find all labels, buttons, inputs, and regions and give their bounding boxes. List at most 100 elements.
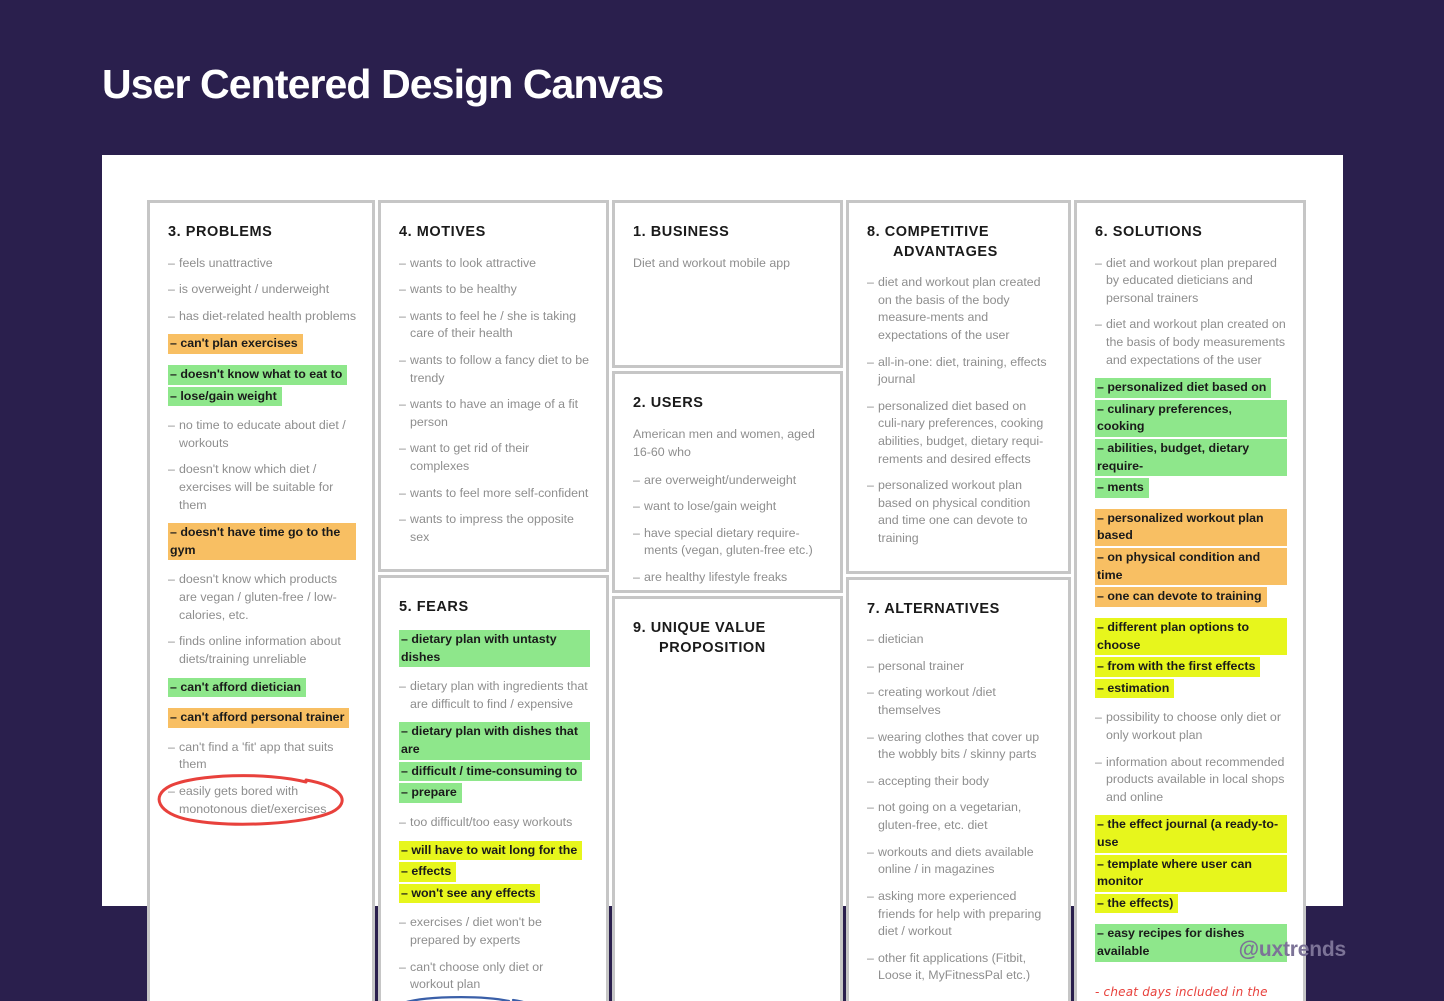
list-item-label: personalized diet based on culi-nary pre… [878, 398, 1044, 466]
panel-fears-title: 5. FEARS [399, 599, 469, 616]
list-item: – doesn't know which diet / exercises wil… [168, 461, 356, 514]
panel-competitive-advantages-list: – diet and workout plan created on the ba… [867, 274, 1052, 548]
list-item: – different plan options to choose [1092, 617, 1301, 657]
bullet-dash: – [399, 512, 406, 527]
list-item-label: want to lose/gain weight [644, 499, 777, 514]
panel-users[interactable]: 2. USERS American men and women, aged 16… [612, 371, 843, 593]
list-item: – information about recommended products … [1095, 754, 1287, 807]
list-item-label: possibility to choose only diet or only … [1106, 710, 1281, 742]
list-item-label: easily gets bored with monotonous diet/e… [179, 783, 327, 816]
highlighted-text: – from with the first effects [1091, 657, 1275, 678]
list-item: – diet and workout plan created on the ba… [1095, 316, 1287, 369]
list-item: – doesn't know which products are vegan /… [168, 571, 356, 624]
highlighted-text: – can't afford dietician [164, 677, 321, 698]
highlighted-text: – template where user can monitor [1092, 854, 1301, 894]
list-item-label: other fit applications (Fitbit, Loose it… [878, 950, 1031, 983]
list-item: – wants to feel he / she is taking care o… [399, 308, 590, 343]
bullet-dash: – [399, 255, 406, 270]
list-item: – not going on a vegetarian, gluten-free,… [867, 799, 1052, 834]
highlighted-text: – dietary plan with dishes that are [396, 722, 604, 761]
highlighted-text: – lose/gain weight [165, 386, 296, 407]
list-item-label: wants to feel he / she is taking care of… [410, 308, 576, 341]
list-item-label: wants to be healthy [410, 282, 517, 297]
panel-motives-title: 4. MOTIVES [399, 224, 486, 240]
list-item-label: no time to educate about diet / workouts [179, 418, 346, 450]
list-item: – can't find a 'fit' app that suits them [168, 739, 356, 774]
panel-alternatives[interactable]: 7. ALTERNATIVES – dietician – personal trai… [846, 576, 1071, 1001]
list-item: – dietary plan with ingredients that are … [399, 678, 590, 713]
bullet-dash: – [867, 658, 874, 673]
list-item: – one can devote to training [1092, 587, 1287, 608]
bullet-dash: – [867, 354, 874, 369]
list-item-label: have special dietary require-ments (vega… [644, 525, 813, 558]
list-item-label: wants to have an image of a fit person [410, 397, 579, 429]
grid-column-3: 1. BUSINESS Diet and workout mobile app … [612, 200, 843, 1001]
panel-alternatives-title: 7. ALTERNATIVES [867, 600, 1000, 617]
list-item: – difficult / time-consuming to [395, 761, 597, 782]
list-item: – doesn't know what to eat to [164, 365, 362, 386]
list-item: – estimation [1091, 678, 1287, 699]
list-item-label: are healthy lifestyle freaks [644, 569, 788, 584]
panel-users-title: 2. USERS [633, 395, 704, 411]
list-item: – wearing clothes that cover up the wobbl… [867, 729, 1052, 764]
grid-column-4: 8. COMPETITIVE ADVANTAGES – diet and work… [846, 200, 1071, 1001]
list-item: – other fit applications (Fitbit, Loose i… [867, 950, 1052, 985]
highlighted-text: – personalized diet based on [1091, 378, 1286, 399]
list-item-label: creating workout /diet themselves [878, 685, 996, 718]
list-item: – doesn't have time go to the gym [165, 523, 370, 562]
panel-business-title: 1. BUSINESS [633, 224, 730, 240]
panel-motives-list: – wants to look attractive – wants to be he… [399, 255, 590, 547]
highlighted-text: – can't plan exercises [165, 334, 317, 355]
list-item: – template where user can monitor [1092, 854, 1301, 894]
list-item: – lose/gain weight [165, 386, 356, 407]
list-item-label: not going on a vegetarian, gluten-free, … [878, 800, 1022, 833]
list-item: – personal trainer [867, 658, 1052, 676]
bullet-dash: – [399, 282, 406, 297]
bullet-dash: – [867, 685, 874, 700]
list-item: – personalized diet based on [1091, 378, 1287, 399]
bullet-dash: – [867, 950, 874, 965]
list-item-label: all-in-one: diet, training, effects jour… [878, 354, 1047, 387]
list-item: – personalized diet based on culi-nary pr… [867, 398, 1052, 468]
list-item: – from with the first effects [1091, 657, 1287, 678]
list-item-label: wearing clothes that cover up the wobbly… [878, 729, 1040, 762]
list-item-label: workouts and diets available online / in… [878, 844, 1034, 877]
list-item: – personalized workout plan based [1092, 508, 1301, 548]
list-item: – want to get rid of their complexes [399, 440, 590, 475]
bullet-dash: – [168, 783, 175, 798]
bullet-dash: – [168, 418, 175, 433]
highlighted-text: – ments [1092, 478, 1163, 499]
canvas-grid: 3. PROBLEMS – feels unattractive – is overw… [147, 200, 1306, 1001]
list-item-label: wants to impress the opposite sex [410, 512, 574, 544]
grid-column-2: 4. MOTIVES – wants to look attractive – wan… [378, 200, 609, 1001]
panel-motives[interactable]: 4. MOTIVES – wants to look attractive – wan… [378, 200, 609, 573]
list-item-label: has diet-related health problems [179, 308, 357, 323]
panel-business[interactable]: 1. BUSINESS Diet and workout mobile app [612, 200, 843, 368]
list-item: – wants to be healthy [399, 281, 590, 299]
panel-solutions-title: 6. SOLUTIONS [1095, 224, 1203, 240]
panel-unique-value-proposition[interactable]: 9. UNIQUE VALUE PROPOSITION [612, 596, 843, 1001]
panel-solutions[interactable]: 6. SOLUTIONS – diet and workout plan prep… [1074, 200, 1306, 1001]
panel-problems[interactable]: 3. PROBLEMS – feels unattractive – is overw… [147, 200, 375, 1001]
bullet-dash: – [867, 729, 874, 744]
panel-competitive-advantages[interactable]: 8. COMPETITIVE ADVANTAGES – diet and work… [846, 200, 1071, 574]
panel-unique-value-title: 9. UNIQUE VALUE PROPOSITION [633, 619, 824, 658]
panel-fears[interactable]: 5. FEARS – dietary plan with untasty dis… [378, 575, 609, 1001]
list-item-label: can't choose only diet or workout plan [410, 959, 544, 992]
list-item-label: information about recommended products a… [1106, 754, 1285, 804]
list-item-label: wants to follow a fancy diet to be trend… [410, 353, 590, 385]
list-item: – creating workout /diet themselves [867, 684, 1052, 719]
list-item: – want to lose/gain weight [633, 498, 824, 516]
panel-business-intro: Diet and workout mobile app [633, 255, 791, 270]
list-item-label: can't find a 'fit' app that suits them [179, 739, 334, 772]
highlighted-text: – the effect journal (a ready-to-use [1092, 815, 1301, 854]
list-item: – won't see any effects [395, 883, 590, 904]
bullet-dash: – [867, 888, 874, 903]
list-item: – dietary plan with dishes that are [396, 722, 604, 761]
bullet-dash: – [1095, 317, 1102, 332]
bullet-dash: – [867, 800, 874, 815]
list-item: – will have to wait long for the [395, 840, 597, 861]
list-item: – wants to follow a fancy diet to be tren… [399, 352, 590, 387]
panel-fears-list: – dietary plan with untasty dishes – dieta… [395, 630, 604, 1001]
footer-handle: @uxtrends [1238, 938, 1347, 961]
